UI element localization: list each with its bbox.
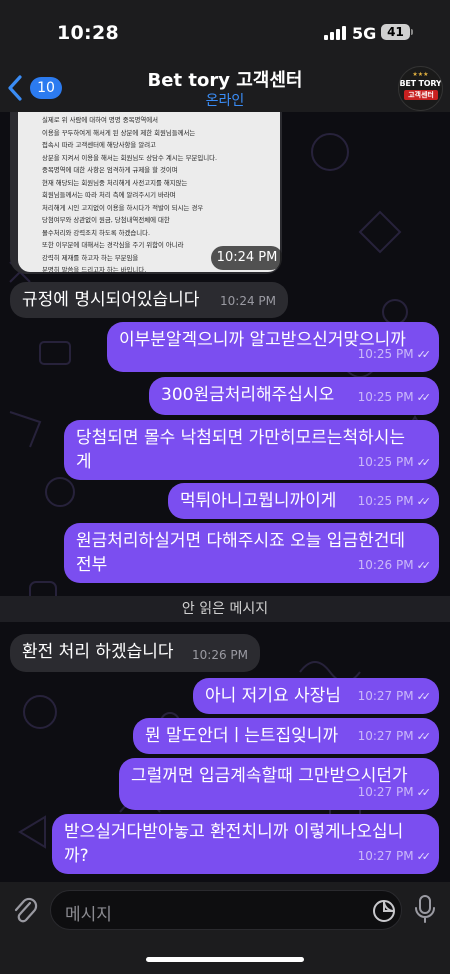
avatar-stars-icon: ★★★	[412, 71, 429, 78]
doc-line: 몰수처리와 강력조치 하도록 하겠습니다.	[42, 228, 151, 237]
message-time: 10:25 PM	[357, 390, 414, 404]
attach-icon[interactable]	[12, 895, 38, 925]
message-time: 10:25 PM	[357, 494, 414, 508]
avatar-logo-text: BET TORY	[399, 79, 442, 88]
message-text: 먹튀아니고뭡니까이게	[180, 491, 337, 511]
message-time: 10:27 PM	[357, 729, 414, 743]
read-checks-icon: ✓✓	[416, 495, 432, 508]
outgoing-message[interactable]: 받으실거다받아놓고 환전치니까 이렇게나오십니 까? 10:27 PM ✓✓	[52, 814, 439, 874]
doc-line: 중복명역에 대한 사항은 엄격하게 규제을 할 것이며	[42, 166, 178, 174]
message-input[interactable]: 메시지	[50, 890, 402, 930]
message-time: 10:27 PM	[357, 785, 414, 799]
message-text-line: 받으실거다받아놓고 환전치니까 이렇게나오십니	[64, 822, 404, 842]
outgoing-message[interactable]: 당첨되면 몰수 낙첨되면 가만히모르는척하시는 게 10:25 PM ✓✓	[64, 420, 439, 480]
chat-header: 10 Bet tory 고객센터 온라인 ★★★ BET TORY 고객센터	[0, 64, 450, 112]
outgoing-message[interactable]: 뭔 말도안더ㅣ는트집잊니까 10:27 PM ✓✓	[133, 718, 439, 754]
chat-title[interactable]: Bet tory 고객센터	[0, 66, 450, 92]
signal-icon	[324, 26, 346, 40]
avatar-logo-subtext: 고객센터	[404, 90, 438, 100]
read-checks-icon: ✓✓	[416, 348, 432, 361]
doc-line: 실제로 위 사람에 대하여 명명 중복명역에서	[42, 116, 158, 124]
battery-tip	[411, 29, 413, 35]
avatar[interactable]: ★★★ BET TORY 고객센터	[398, 66, 443, 111]
status-bar: 10:28 5G 41	[0, 0, 450, 64]
outgoing-message[interactable]: 아니 저기요 사장님 10:27 PM ✓✓	[193, 678, 439, 714]
message-time: 10:27 PM	[357, 689, 414, 703]
message-text: 뭔 말도안더ㅣ는트집잊니까	[145, 726, 339, 746]
read-checks-icon: ✓✓	[416, 730, 432, 743]
message-time: 10:25 PM	[357, 455, 414, 469]
message-text: 환전 처리 하겠습니다	[22, 642, 174, 662]
incoming-message[interactable]: 규정에 명시되어있습니다 10:24 PM	[10, 282, 288, 318]
outgoing-message[interactable]: 먹튀아니고뭡니까이게 10:25 PM ✓✓	[168, 483, 439, 519]
doc-line: 당첨여부와 상관없이 원금, 당첨내역전체에 대한	[42, 216, 170, 224]
message-text-line: 당첨되면 몰수 낙첨되면 가만히모르는척하시는	[76, 428, 406, 448]
read-checks-icon: ✓✓	[416, 456, 432, 469]
message-time: 10:24 PM	[220, 294, 276, 308]
message-time: 10:24 PM	[211, 246, 282, 270]
incoming-message[interactable]: 환전 처리 하겠습니다 10:26 PM	[10, 634, 260, 672]
outgoing-message[interactable]: 300원금처리해주십시오 10:25 PM ✓✓	[149, 377, 439, 415]
doc-line: 이용을 꾸두하여게 해서게 된 상분에 제한 회원님들께서는	[42, 128, 196, 137]
mic-icon[interactable]	[413, 894, 437, 924]
message-time: 10:25 PM	[357, 347, 414, 361]
doc-line: 현재 해당되는 회원님중 처리해게 사전고지를 해지않는	[42, 178, 188, 187]
chat-status: 온라인	[205, 93, 245, 109]
outgoing-message[interactable]: 이부분알겍으니까 알고받으신거맞으니까 10:25 PM ✓✓	[107, 322, 439, 372]
message-text: 규정에 명시되어있습니다	[22, 290, 200, 310]
read-checks-icon: ✓✓	[416, 559, 432, 572]
message-placeholder: 메시지	[65, 905, 112, 925]
read-checks-icon: ✓✓	[416, 786, 432, 799]
message-text: 아니 저기요 사장님	[205, 686, 341, 706]
read-checks-icon: ✓✓	[416, 391, 432, 404]
message-text: 300원금처리해주십시오	[161, 385, 335, 405]
message-time: 10:26 PM	[192, 648, 248, 662]
read-checks-icon: ✓✓	[416, 850, 432, 863]
network-label: 5G	[352, 24, 377, 43]
outgoing-message[interactable]: 그럴꺼면 입금계속할때 그만받으시던가 10:27 PM ✓✓	[119, 758, 439, 810]
message-text-line: 원금처리하실거면 다해주시죠 오늘 입금한건데	[76, 531, 406, 551]
doc-line: 접속시 따라 고객센터에 해당사항을 알려고	[42, 141, 156, 149]
message-time: 10:26 PM	[357, 558, 414, 572]
doc-line: 처리해게 시인 고지없이 이용을 하시다가 적발이 되시는 경우	[42, 203, 204, 212]
document-image-message[interactable]: 실제로 위 사람에 대하여 명명 중복명역에서 이용을 꾸두하여게 해서게 된 …	[10, 112, 282, 274]
read-checks-icon: ✓✓	[416, 690, 432, 703]
battery-icon: 41	[381, 24, 410, 40]
unread-messages-divider: 안 읽은 메시지	[0, 596, 450, 622]
status-time: 10:28	[57, 22, 119, 44]
home-indicator	[146, 957, 304, 962]
sticker-icon[interactable]	[371, 898, 397, 924]
outgoing-message[interactable]: 원금처리하실거면 다해주시죠 오늘 입금한건데 전부 10:26 PM ✓✓	[64, 523, 439, 583]
doc-line: 상분을 지켜서 이용을 해서는 회원님도 상담수 계시는 부분입니다.	[42, 153, 217, 162]
chat-area[interactable]: 실제로 위 사람에 대하여 명명 중복명역에서 이용을 꾸두하여게 해서게 된 …	[0, 112, 450, 882]
doc-line: 회원님들께서는 따라 처리 측에 알려주시기 바라며	[42, 191, 176, 199]
message-time: 10:27 PM	[357, 849, 414, 863]
